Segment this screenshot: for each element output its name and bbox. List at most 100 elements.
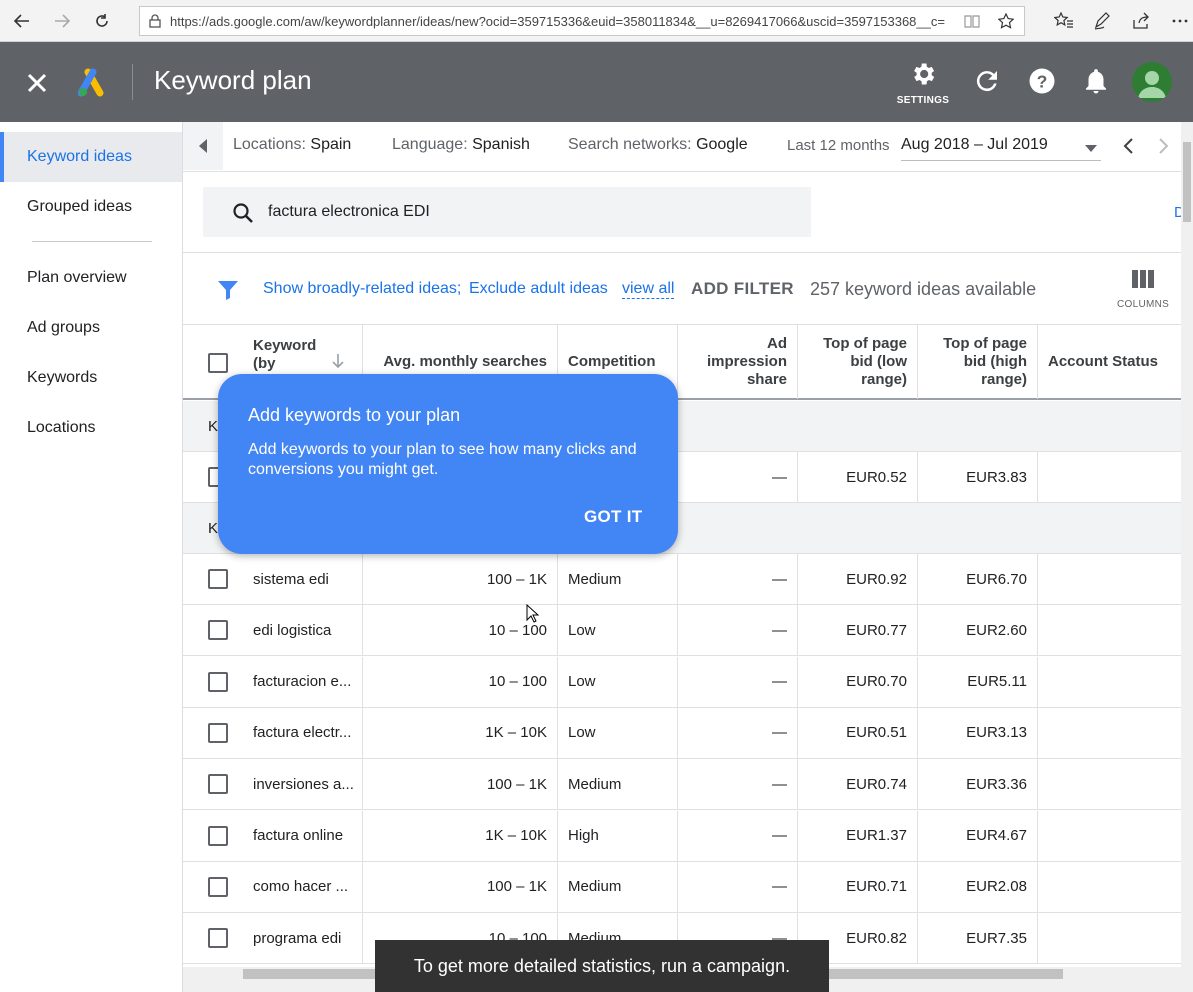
app-header: Keyword plan SETTINGS ? xyxy=(0,42,1193,122)
impression-share-cell: — xyxy=(678,605,798,656)
competition-cell: Low xyxy=(558,656,678,707)
notifications-bell-icon[interactable] xyxy=(1081,66,1113,98)
help-icon[interactable]: ? xyxy=(1027,66,1059,98)
searches-cell: 10 – 100 xyxy=(363,656,558,707)
networks-selector[interactable]: Search networks: Google xyxy=(568,136,748,154)
page-title: Keyword plan xyxy=(154,65,312,95)
view-all-link[interactable]: view all xyxy=(622,280,675,299)
keyword-cell[interactable]: factura electr... xyxy=(243,707,363,758)
impression-share-cell: — xyxy=(678,656,798,707)
row-checkbox-cell xyxy=(183,811,243,861)
date-range-dropdown[interactable]: Aug 2018 – Jul 2019 xyxy=(901,136,1101,161)
ideas-count: 257 keyword ideas available xyxy=(810,279,1037,299)
vertical-scroll-thumb[interactable] xyxy=(1183,142,1191,222)
row-checkbox[interactable] xyxy=(208,620,228,641)
bid-low-cell: EUR0.92 xyxy=(798,554,918,604)
sidebar-item-plan-overview[interactable]: Plan overview xyxy=(0,253,182,303)
address-bar[interactable]: https://ads.google.com/aw/keywordplanner… xyxy=(139,6,1025,36)
account-status-cell xyxy=(1038,605,1183,655)
locations-value: Spain xyxy=(310,136,352,153)
url-text: https://ads.google.com/aw/keywordplanner… xyxy=(170,13,945,29)
settings-button[interactable]: SETTINGS xyxy=(894,60,952,108)
sidebar-item-grouped-ideas[interactable]: Grouped ideas xyxy=(0,182,182,232)
networks-value: Google xyxy=(696,136,748,153)
select-all-checkbox[interactable] xyxy=(208,353,228,373)
competition-cell: Medium xyxy=(558,759,678,810)
reading-view-icon[interactable] xyxy=(962,11,982,31)
header-divider xyxy=(132,64,133,100)
share-icon[interactable] xyxy=(1129,9,1153,33)
vertical-scrollbar[interactable] xyxy=(1181,122,1193,992)
sidebar-item-ad-groups[interactable]: Ad groups xyxy=(0,303,182,353)
header-impression-share[interactable]: Ad impression share xyxy=(678,325,798,399)
favorites-icon[interactable] xyxy=(1052,9,1076,33)
favorite-star-icon[interactable] xyxy=(996,11,1016,31)
impression-share-cell: — xyxy=(678,759,798,810)
competition-cell: Medium xyxy=(558,554,678,604)
sidebar-item-locations[interactable]: Locations xyxy=(0,403,182,453)
avatar[interactable] xyxy=(1132,62,1172,102)
row-checkbox[interactable] xyxy=(208,671,228,692)
keyword-cell[interactable]: facturacion e... xyxy=(243,656,363,707)
bid-low-cell: EUR0.77 xyxy=(798,605,918,656)
filter-icon[interactable] xyxy=(216,278,240,302)
gear-icon xyxy=(914,63,935,85)
sidebar-nav: Keyword ideas Grouped ideas Plan overvie… xyxy=(0,122,183,992)
row-checkbox[interactable] xyxy=(208,928,228,949)
row-checkbox-cell xyxy=(183,862,243,912)
more-icon[interactable] xyxy=(1168,9,1192,33)
sidebar-item-keywords[interactable]: Keywords xyxy=(0,353,182,403)
add-filter-button[interactable]: ADD FILTER xyxy=(691,279,794,299)
header-bid-low[interactable]: Top of page bid (low range) xyxy=(798,325,918,399)
forward-icon[interactable] xyxy=(50,9,74,33)
keyword-cell[interactable]: edi logistica xyxy=(243,605,363,656)
row-checkbox[interactable] xyxy=(208,569,228,589)
broad-ideas-filter[interactable]: Show broadly-related ideas; xyxy=(263,280,461,298)
settings-label: SETTINGS xyxy=(896,95,950,106)
next-period-icon[interactable] xyxy=(1153,136,1173,156)
tooltip-title: Add keywords to your plan xyxy=(248,405,461,425)
bid-low-cell: EUR1.37 xyxy=(798,810,918,861)
collapse-sidebar-button[interactable] xyxy=(183,122,223,170)
header-bid-high[interactable]: Top of page bid (high range) xyxy=(918,325,1038,399)
keyword-cell[interactable]: programa edi xyxy=(243,913,363,964)
keyword-cell[interactable]: inversiones a... xyxy=(243,759,363,810)
exclude-adult-filter[interactable]: Exclude adult ideas xyxy=(469,280,608,298)
locations-selector[interactable]: Locations: Spain xyxy=(233,136,351,154)
columns-button[interactable]: COLUMNS xyxy=(1117,270,1169,310)
bid-high-cell: EUR2.60 xyxy=(918,605,1038,656)
row-checkbox[interactable] xyxy=(208,722,228,743)
lock-icon xyxy=(140,14,170,28)
networks-label: Search networks: xyxy=(568,136,692,153)
add-keywords-tooltip: Add keywords to your plan Add keywords t… xyxy=(218,374,678,554)
keyword-search-field[interactable]: factura electronica EDI xyxy=(203,187,811,237)
row-checkbox[interactable] xyxy=(208,876,228,897)
row-checkbox-cell xyxy=(183,708,243,758)
got-it-button[interactable]: GOT IT xyxy=(584,507,642,527)
bid-low-cell: EUR0.51 xyxy=(798,707,918,758)
account-status-cell xyxy=(1038,913,1183,963)
tooltip-body: Add keywords to your plan to see how man… xyxy=(248,441,637,478)
row-checkbox[interactable] xyxy=(208,825,228,846)
header-account-status[interactable]: Account Status xyxy=(1038,325,1183,399)
keyword-cell[interactable]: como hacer ... xyxy=(243,861,363,912)
bid-high-cell: EUR4.67 xyxy=(918,810,1038,861)
searches-cell: 1K – 10K xyxy=(363,707,558,758)
keyword-cell[interactable]: factura online xyxy=(243,810,363,861)
back-icon[interactable] xyxy=(10,9,34,33)
bid-high-cell: EUR6.70 xyxy=(918,554,1038,604)
row-checkbox-cell xyxy=(183,554,243,604)
refresh-page-icon[interactable] xyxy=(972,66,1004,98)
bid-low-cell: EUR0.71 xyxy=(798,861,918,912)
language-selector[interactable]: Language: Spanish xyxy=(392,136,530,154)
account-status-cell xyxy=(1038,862,1183,912)
sidebar-item-keyword-ideas[interactable]: Keyword ideas xyxy=(0,132,182,182)
pen-icon[interactable] xyxy=(1090,9,1114,33)
keyword-cell[interactable]: sistema edi xyxy=(243,554,363,604)
bid-low-cell: EUR0.74 xyxy=(798,759,918,810)
row-checkbox[interactable] xyxy=(208,774,228,795)
refresh-icon[interactable] xyxy=(90,9,114,33)
date-range-value: Aug 2018 – Jul 2019 xyxy=(901,136,1048,153)
previous-period-icon[interactable] xyxy=(1119,136,1139,156)
close-icon[interactable] xyxy=(22,68,52,98)
